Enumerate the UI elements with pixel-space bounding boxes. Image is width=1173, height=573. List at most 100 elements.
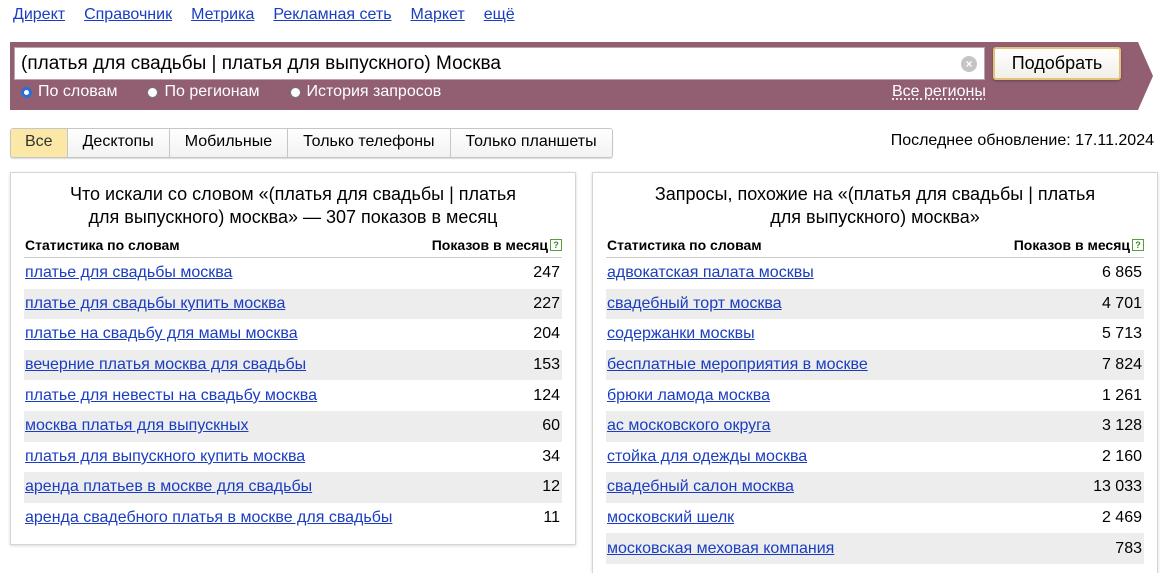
impressions-count: 227: [533, 294, 560, 312]
impressions-count: 60: [542, 417, 560, 435]
impressions-count: 7 824: [1101, 356, 1142, 374]
table-header: Статистика по словам Показов в месяц ?: [606, 237, 1144, 258]
query-link[interactable]: ас московского округа: [607, 417, 771, 435]
column-header-impressions: Показов в месяц ?: [1014, 237, 1144, 253]
radio-icon[interactable]: [147, 86, 159, 98]
impressions-count: 4 701: [1101, 294, 1142, 312]
search-mode-radios: По словам По регионам История запросов: [21, 83, 471, 101]
impressions-count: 13 033: [1093, 478, 1142, 496]
table-row: стойка для одежды москва 2 160: [606, 442, 1144, 473]
query-link[interactable]: свадебный торт москва: [607, 295, 782, 313]
impressions-count: 2 160: [1101, 447, 1142, 465]
panel-title: Запросы, похожие на «(платья для свадьбы…: [593, 183, 1157, 229]
radio-by-regions[interactable]: По регионам: [147, 83, 260, 101]
impressions-count: 1 261: [1101, 386, 1142, 404]
table-row: московская меховая компания 783: [606, 533, 1144, 564]
table-row: аренда свадебного платья в москве для св…: [24, 503, 562, 534]
query-link[interactable]: бесплатные мероприятия в москве: [607, 356, 868, 374]
help-icon[interactable]: ?: [550, 239, 562, 251]
radio-by-words[interactable]: По словам: [21, 83, 117, 101]
tab-mobile[interactable]: Мобильные: [169, 129, 289, 157]
tab-desktops[interactable]: Десктопы: [67, 129, 170, 157]
clear-icon[interactable]: ×: [961, 56, 977, 72]
radio-selected-icon[interactable]: [21, 86, 32, 98]
impressions-count: 124: [533, 386, 560, 404]
query-link[interactable]: брюки ламода москва: [607, 387, 770, 405]
impressions-count: 12: [542, 478, 560, 496]
radio-label: По регионам: [164, 83, 260, 100]
search-input[interactable]: [21, 48, 951, 79]
table-row: бесплатные мероприятия в москве 7 824: [606, 349, 1144, 381]
table-row: содержанки москвы 5 713: [606, 319, 1144, 350]
last-updated: Последнее обновление: 17.11.2024: [890, 132, 1154, 149]
impressions-count: 34: [542, 447, 560, 465]
tab-all[interactable]: Все: [11, 129, 68, 157]
table-row: свадебный торт москва 4 701: [606, 288, 1144, 320]
impressions-count: 153: [533, 356, 560, 374]
nav-link-market[interactable]: Маркет: [411, 6, 465, 24]
query-link[interactable]: аренда свадебного платья в москве для св…: [25, 509, 392, 527]
all-regions-link[interactable]: Все регионы: [892, 83, 986, 101]
nav-link-ad-network[interactable]: Рекламная сеть: [273, 6, 391, 24]
query-link[interactable]: платья для выпускного купить москва: [25, 448, 305, 466]
impressions-count: 6 865: [1101, 264, 1142, 282]
query-link[interactable]: стойка для одежды москва: [607, 448, 807, 466]
impressions-count: 2 469: [1101, 509, 1142, 527]
search-field: ×: [14, 47, 985, 80]
query-link[interactable]: свадебный салон москва: [607, 478, 794, 496]
table-row: свадебный салон москва 13 033: [606, 472, 1144, 503]
nav-link-metrika[interactable]: Метрика: [191, 6, 254, 24]
query-link[interactable]: москва платья для выпускных: [25, 417, 248, 435]
impressions-count: 204: [533, 325, 560, 343]
column-header-words: Статистика по словам: [25, 237, 180, 253]
table-row: платья для выпускного купить москва 34: [24, 442, 562, 473]
panel-title-line: для выпускного) москва»: [770, 207, 980, 227]
column-header-impressions: Показов в месяц ?: [432, 237, 562, 253]
column-header-label: Показов в месяц: [431, 237, 548, 253]
query-link[interactable]: содержанки москвы: [607, 325, 755, 343]
radio-icon[interactable]: [289, 86, 301, 98]
query-link[interactable]: московский шелк: [607, 509, 734, 527]
table-row: аренда платьев в москве для свадьбы 12: [24, 472, 562, 503]
impressions-count: 11: [543, 509, 560, 527]
top-nav: Директ Справочник Метрика Рекламная сеть…: [13, 6, 534, 24]
table-row: брюки ламода москва 1 261: [606, 380, 1144, 411]
help-icon[interactable]: ?: [1132, 239, 1144, 251]
impressions-count: 783: [1115, 539, 1142, 557]
pick-button[interactable]: Подобрать: [993, 47, 1121, 80]
nav-link-reference[interactable]: Справочник: [84, 6, 172, 24]
panel-title-line: для выпускного) москва» — 307 показов в …: [88, 207, 498, 227]
radio-query-history[interactable]: История запросов: [289, 83, 442, 101]
tab-tablets-only[interactable]: Только планшеты: [450, 129, 612, 157]
table-row: платье на свадьбу для мамы москва 204: [24, 319, 562, 350]
query-link[interactable]: московская меховая компания: [607, 540, 834, 558]
table-row: платье для свадьбы купить москва 227: [24, 288, 562, 320]
table-body: адвокатская палата москвы 6 865 свадебный …: [606, 258, 1144, 564]
query-link[interactable]: платье на свадьбу для мамы москва: [25, 325, 298, 343]
nav-link-more[interactable]: ещё: [484, 6, 515, 24]
table-row: ас московского округа 3 128: [606, 410, 1144, 442]
table-row: платье для свадьбы москва 247: [24, 258, 562, 289]
similar-queries-panel: Запросы, похожие на «(платья для свадьбы…: [592, 172, 1158, 573]
searched-with-word-panel: Что искали со словом «(платья для свадьб…: [10, 172, 576, 545]
query-link[interactable]: аренда платьев в москве для свадьбы: [25, 478, 312, 496]
impressions-count: 5 713: [1101, 325, 1142, 343]
panel-title-line: Что искали со словом «(платья для свадьб…: [69, 184, 517, 204]
table-row: платье для невесты на свадьбу москва 124: [24, 380, 562, 411]
panel-title: Что искали со словом «(платья для свадьб…: [11, 183, 575, 229]
table-row: московский шелк 2 469: [606, 503, 1144, 534]
column-header-label: Показов в месяц: [1013, 237, 1130, 253]
table-row: москва платья для выпускных 60: [24, 410, 562, 442]
table-row: адвокатская палата москвы 6 865: [606, 258, 1144, 289]
query-link[interactable]: платье для невесты на свадьбу москва: [25, 387, 317, 405]
table-header: Статистика по словам Показов в месяц ?: [24, 237, 562, 258]
query-link[interactable]: платье для свадьбы москва: [25, 264, 232, 282]
device-tabs: Все Десктопы Мобильные Только телефоны Т…: [10, 128, 613, 158]
query-link[interactable]: вечерние платья москва для свадьбы: [25, 356, 306, 374]
radio-label: История запросов: [306, 83, 442, 100]
tab-phones-only[interactable]: Только телефоны: [288, 129, 451, 157]
impressions-count: 247: [533, 264, 560, 282]
query-link[interactable]: адвокатская палата москвы: [607, 264, 814, 282]
nav-link-direct[interactable]: Директ: [13, 6, 65, 24]
query-link[interactable]: платье для свадьбы купить москва: [25, 295, 285, 313]
